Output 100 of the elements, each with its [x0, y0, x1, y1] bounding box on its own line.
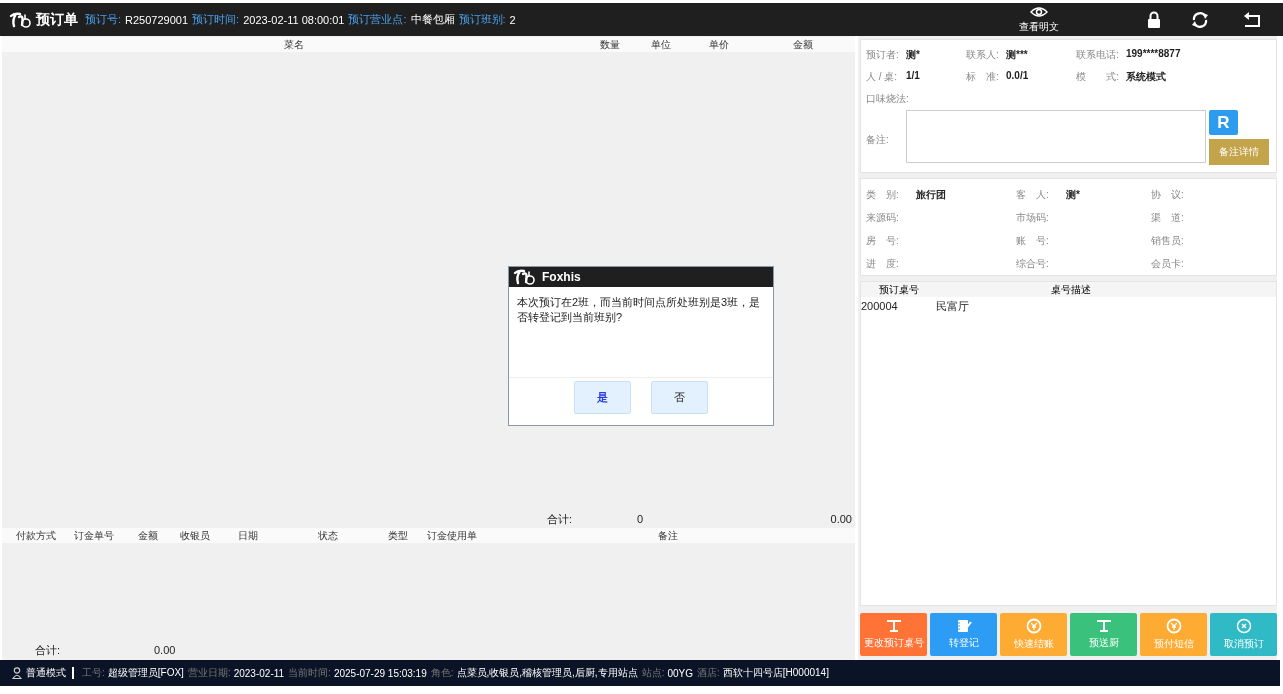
field-value: 2: [509, 13, 516, 26]
info-value: 199****8877: [1126, 48, 1181, 61]
status-label: 工号:: [82, 666, 105, 680]
mode-label: 普通模式: [26, 666, 66, 680]
cancel-icon: [1235, 618, 1252, 634]
info-label: 销售员:: [1151, 233, 1185, 248]
info-label: 备注:: [866, 133, 890, 147]
table-cell-text: 民富厅: [936, 298, 970, 314]
field-label: 预订时间:: [192, 12, 240, 27]
info-label: 会员卡:: [1151, 256, 1185, 271]
action-button[interactable]: 预送厨: [1070, 613, 1137, 656]
total-count: 0: [637, 513, 644, 525]
column-header: 付款方式: [15, 528, 57, 543]
total-amount: 0.00: [154, 644, 176, 656]
status-value: 点菜员,收银员,稽核管理员,后厨,专用站点: [456, 666, 638, 680]
status-label: 角色:: [430, 666, 454, 680]
field-label: 预订营业点:: [348, 12, 407, 27]
column-header: 单价: [708, 37, 730, 52]
field-value: 中餐包厢: [410, 12, 455, 27]
action-button[interactable]: 更改预订桌号: [860, 613, 927, 656]
info-value: 测*: [1066, 187, 1080, 202]
dialog-button[interactable]: 是: [574, 381, 631, 414]
status-value: 超级管理员[FOX]: [107, 666, 184, 680]
column-header: 菜名: [283, 37, 305, 52]
field-label: 预订号:: [85, 12, 122, 27]
field-label: 预订班别:: [458, 12, 506, 27]
column-header: 日期: [237, 528, 259, 543]
dialog-button[interactable]: 否: [651, 381, 708, 414]
column-header: 订金单号: [73, 528, 115, 543]
yen-coin-icon: [1165, 618, 1182, 634]
notebook-icon: [955, 619, 972, 633]
status-label: 站点:: [641, 666, 665, 680]
action-button[interactable]: 取消预订: [1210, 613, 1277, 656]
refresh-icon[interactable]: [1191, 10, 1209, 29]
field-value: R250729001: [125, 13, 189, 26]
page-title: 预订单: [36, 10, 78, 29]
table-cell-text: 200004: [861, 300, 899, 312]
column-header: 单位: [650, 37, 672, 52]
info-value: 1/1: [906, 70, 920, 83]
lock-icon[interactable]: [1147, 11, 1161, 28]
info-label: 模 式:: [1076, 70, 1120, 84]
total-label: 合计:: [547, 511, 574, 527]
action-button[interactable]: 快速结账: [1000, 613, 1067, 656]
info-value: 0.0/1: [1006, 70, 1029, 83]
eye-icon[interactable]: [1030, 5, 1048, 18]
dialog-message: 本次预订在2班，而当前时间点所处班别是3班，是否转登记到当前班别?: [509, 287, 773, 378]
info-value: 旅行团: [916, 187, 946, 202]
info-label: 客 人:: [1016, 187, 1050, 202]
info-label: 预订者:: [866, 48, 900, 62]
user-icon: [12, 667, 22, 679]
column-header: 订金使用单: [426, 528, 478, 543]
info-value: 系统模式: [1126, 70, 1166, 84]
status-label: 酒店:: [697, 666, 720, 680]
remark-details-button[interactable]: 备注详情: [1209, 139, 1269, 165]
info-value: 测*: [906, 48, 920, 62]
info-label: 房 号:: [866, 233, 900, 248]
tee-icon: [885, 619, 902, 633]
info-label: 标 准:: [966, 70, 1000, 84]
info-value: 测***: [1006, 48, 1028, 62]
info-label: 综合号:: [1016, 256, 1050, 271]
column-header: 状态: [317, 528, 339, 543]
info-label: 账 号:: [1016, 233, 1050, 248]
view-plaintext-button[interactable]: 查看明文: [1019, 5, 1059, 34]
logo-icon: [8, 10, 32, 29]
tee-icon: [1095, 619, 1112, 633]
logo-icon: [512, 268, 536, 286]
status-label: 营业日期:: [187, 666, 231, 680]
status-label: 当前时间:: [288, 666, 331, 680]
info-label: 联系人:: [966, 48, 1000, 62]
dialog-title: Foxhis: [542, 270, 581, 284]
info-label: 口味烧法:: [866, 92, 909, 106]
info-label: 类 别:: [866, 187, 900, 202]
r-button[interactable]: R: [1209, 110, 1238, 135]
column-header: 数量: [599, 37, 621, 52]
status-value: 2023-02-11: [233, 667, 285, 679]
column-header: 收银员: [179, 528, 211, 543]
total-amount: 0.00: [830, 513, 852, 525]
yen-coin-icon: [1025, 618, 1042, 634]
action-button[interactable]: 转登记: [930, 613, 997, 656]
info-label: 市场码:: [1016, 210, 1050, 225]
status-value: 00YG: [667, 667, 693, 679]
info-label: 进 度:: [866, 256, 900, 271]
info-label: 来源码:: [866, 210, 900, 225]
return-icon[interactable]: [1243, 11, 1261, 28]
total-label: 合计:: [35, 642, 62, 658]
status-value: 2025-07-29 15:03:19: [333, 667, 427, 679]
column-header: 类型: [387, 528, 409, 543]
field-value: 2023-02-11 08:00:01: [243, 13, 345, 26]
action-button[interactable]: 预付短信: [1140, 613, 1207, 656]
status-value: 西软十四号店[H000014]: [722, 666, 829, 680]
info-label: 渠 道:: [1151, 210, 1185, 225]
column-header: 预订桌号: [877, 282, 920, 297]
info-label: 人 / 桌:: [866, 70, 899, 84]
column-header: 金额: [137, 528, 159, 543]
remark-field[interactable]: [906, 110, 1206, 163]
info-label: 联系电话:: [1076, 48, 1120, 62]
info-label: 协 议:: [1151, 187, 1185, 202]
column-header: 桌号描述: [1050, 282, 1092, 297]
column-header: 备注: [656, 528, 679, 543]
column-header: 金额: [791, 37, 814, 52]
